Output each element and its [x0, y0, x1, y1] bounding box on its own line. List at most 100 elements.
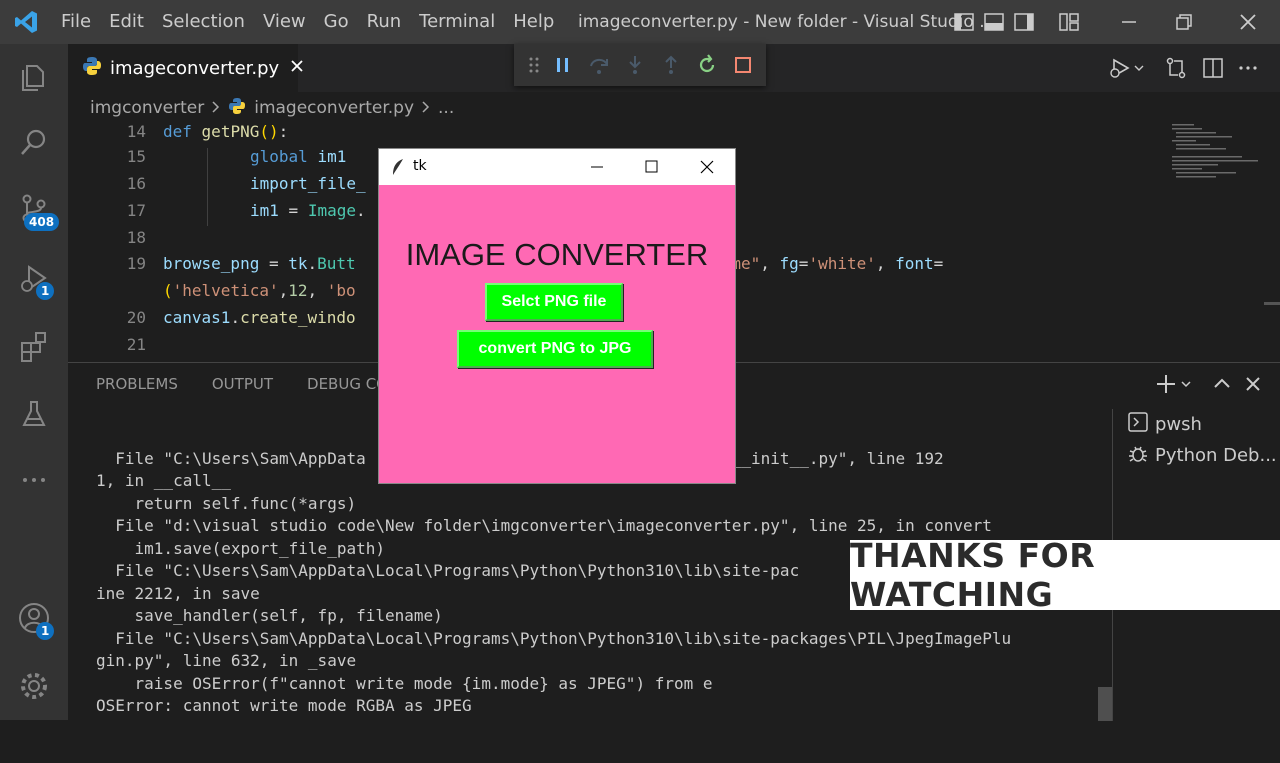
tab-problems[interactable]: PROBLEMS: [96, 375, 178, 393]
toggle-secondary-sidebar-icon[interactable]: [1013, 11, 1035, 33]
terminal-line: File "C:\Users\Sam\AppData\Local\Program…: [96, 628, 1012, 648]
activity-bar: 408 1 1: [0, 44, 68, 720]
indent-guide: [207, 148, 208, 226]
tab-imageconverter[interactable]: imageconverter.py: [68, 44, 303, 92]
select-png-button[interactable]: Selct PNG file: [485, 283, 623, 321]
vscode-logo-icon: [0, 0, 52, 44]
tk-maximize-icon[interactable]: [644, 159, 660, 179]
menu-run[interactable]: Run: [358, 0, 411, 44]
thanks-text: THANKS FOR WATCHING: [850, 536, 1096, 614]
convert-png-to-jpg-button[interactable]: convert PNG to JPG: [457, 330, 653, 368]
debug-badge: 1: [36, 282, 55, 300]
toggle-panel-icon[interactable]: [983, 11, 1005, 33]
menu-edit[interactable]: Edit: [100, 0, 153, 44]
close-window-icon[interactable]: [1237, 11, 1259, 33]
terminal-item-python-debug[interactable]: Python Deb...: [1113, 440, 1280, 471]
search-icon[interactable]: [0, 114, 68, 170]
tk-title-bar: tk: [379, 149, 735, 185]
new-terminal-icon[interactable]: [1156, 373, 1192, 399]
code-line-17: im1 = Image.: [250, 201, 366, 220]
terminal-line: OSError: cannot write mode RGBA as JPEG: [96, 696, 472, 715]
thanks-overlay: THANKS FOR WATCHING: [850, 536, 1280, 614]
menu-file[interactable]: File: [52, 0, 100, 44]
step-over-icon[interactable]: [588, 54, 610, 80]
breadcrumb-file[interactable]: imageconverter.py: [254, 98, 414, 118]
title-bar: File Edit Selection View Go Run Terminal…: [0, 0, 1280, 44]
breadcrumb: imgconverter imageconverter.py ...: [68, 92, 1280, 124]
terminal-line: raise OSError(f"cannot write mode {im.mo…: [96, 673, 713, 693]
window-title: imageconverter.py - New folder - Visual …: [578, 12, 996, 32]
breadcrumb-folder[interactable]: imgconverter: [90, 98, 204, 118]
restore-icon[interactable]: [1173, 11, 1195, 33]
line-number: 17: [126, 201, 146, 220]
line-number: 18: [126, 228, 146, 247]
terminal-scrollbar[interactable]: [1098, 687, 1112, 721]
restart-icon[interactable]: [696, 54, 718, 80]
split-editor-icon[interactable]: [1201, 56, 1225, 84]
code-line-15: global im1: [250, 147, 347, 166]
tab-output[interactable]: OUTPUT: [212, 375, 273, 393]
code-line-19-wrap: ('helvetica',12, 'bo: [163, 281, 356, 300]
settings-gear-icon[interactable]: [0, 658, 68, 714]
tk-window: tk IMAGE CONVERTER Selct PNG file conver…: [378, 148, 736, 484]
compare-changes-icon[interactable]: [1164, 56, 1188, 84]
maximize-panel-icon[interactable]: [1212, 374, 1232, 398]
python-file-icon: [82, 56, 102, 80]
code-line-20: canvas1.create_windo: [163, 308, 356, 327]
breadcrumb-more[interactable]: ...: [438, 98, 454, 118]
toggle-sidebar-icon[interactable]: [953, 11, 975, 33]
tk-close-icon[interactable]: [699, 159, 715, 179]
terminal-line: File "d:\visual studio code\New folder\i…: [96, 516, 992, 535]
more-actions-icon[interactable]: [1236, 56, 1260, 84]
python-file-icon: [228, 97, 246, 120]
terminal-line: gin.py", line 632, in _save: [96, 651, 357, 670]
menu-go[interactable]: Go: [315, 0, 358, 44]
source-control-badge: 408: [24, 213, 60, 231]
extensions-icon[interactable]: [0, 318, 68, 374]
terminal-item-pwsh[interactable]: pwsh: [1113, 409, 1280, 440]
drag-handle-icon[interactable]: [528, 56, 540, 78]
terminal-item-label: pwsh: [1155, 414, 1202, 435]
tk-heading: IMAGE CONVERTER: [405, 237, 709, 272]
run-debug-split-icon[interactable]: [1108, 56, 1144, 84]
close-panel-icon[interactable]: [1243, 374, 1263, 398]
line-number: 20: [126, 308, 146, 327]
step-into-icon[interactable]: [624, 54, 646, 80]
customize-layout-icon[interactable]: [1058, 11, 1080, 33]
tk-feather-icon: [391, 158, 405, 180]
terminal-item-label: Python Deb...: [1155, 445, 1277, 466]
minimap[interactable]: [1168, 122, 1280, 362]
terminal-icon: [1127, 411, 1149, 438]
minimize-icon[interactable]: [1118, 11, 1140, 33]
accounts-badge: 1: [36, 622, 55, 640]
menu-selection[interactable]: Selection: [153, 0, 254, 44]
source-control-icon[interactable]: 408: [0, 180, 68, 236]
line-number: 21: [126, 335, 146, 354]
menu-terminal[interactable]: Terminal: [410, 0, 504, 44]
chevron-right-icon: [422, 98, 430, 118]
terminal-line: return self.func(*args): [96, 493, 357, 513]
stop-icon[interactable]: [732, 54, 754, 80]
line-number: 19: [126, 254, 146, 273]
debug-toolbar: [514, 44, 766, 86]
line-number: 16: [126, 174, 146, 193]
explorer-icon[interactable]: [0, 48, 68, 104]
line-number: 14: [126, 122, 146, 141]
debug-bug-icon: [1127, 442, 1149, 469]
menu-bar: File Edit Selection View Go Run Terminal…: [52, 0, 563, 44]
chevron-right-icon: [212, 98, 220, 118]
more-views-icon[interactable]: [0, 452, 68, 508]
run-debug-icon[interactable]: 1: [0, 250, 68, 306]
tab-label: imageconverter.py: [110, 57, 280, 79]
pause-icon[interactable]: [552, 54, 574, 80]
tk-minimize-icon[interactable]: [589, 159, 605, 179]
testing-icon[interactable]: [0, 386, 68, 442]
code-line-14: def getPNG():: [163, 122, 289, 141]
step-out-icon[interactable]: [660, 54, 682, 80]
tk-window-title: tk: [413, 158, 427, 174]
accounts-icon[interactable]: 1: [0, 590, 68, 646]
close-tab-icon[interactable]: [289, 58, 305, 78]
menu-help[interactable]: Help: [504, 0, 563, 44]
line-number: 15: [126, 147, 146, 166]
menu-view[interactable]: View: [254, 0, 315, 44]
